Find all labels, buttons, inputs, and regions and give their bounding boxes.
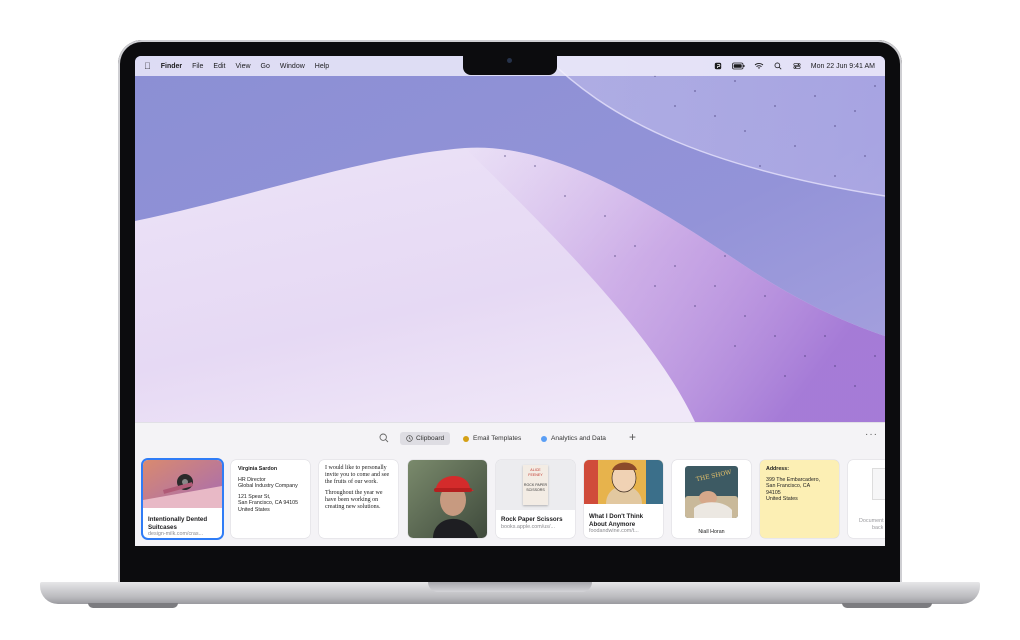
spotlight-search-icon[interactable]	[773, 62, 783, 70]
clip-card-article[interactable]: What I Don't Think About Anymore foodand…	[584, 460, 663, 538]
add-pinboard-icon[interactable]: +	[629, 430, 636, 444]
menu-help[interactable]: Help	[315, 63, 329, 70]
tab-clipboard[interactable]: Clipboard	[400, 432, 451, 445]
desktop-wallpaper	[135, 56, 885, 422]
tab-email-templates-label: Email Templates	[473, 435, 522, 442]
panel-toolbar: Clipboard Email Templates Analytics and …	[135, 423, 885, 453]
laptop-foot-left	[88, 603, 178, 608]
control-center-icon[interactable]	[792, 62, 802, 70]
book-cover: ALICE FEENEY ROCK PAPER SCISSORS	[523, 465, 548, 505]
menu-go[interactable]: Go	[261, 63, 270, 70]
clipboard-panel: Clipboard Email Templates Analytics and …	[135, 422, 885, 546]
artist-name: Niall Horan	[698, 529, 725, 535]
album-artwork: THE SHOW	[685, 466, 738, 518]
address-label: Address:	[766, 466, 789, 472]
clip-card-address[interactable]: Address: 399 The Embarcadero, San Franci…	[760, 460, 839, 538]
menu-view[interactable]: View	[235, 63, 250, 70]
menu-app-name[interactable]: Finder	[161, 63, 182, 70]
address-line-3: 94105	[766, 489, 781, 496]
clip-card-document[interactable]: Document back	[848, 460, 885, 538]
clip-card-contact[interactable]: Virginia Sardon HR Director Global Indus…	[231, 460, 310, 538]
more-options-icon[interactable]: ···	[865, 429, 878, 440]
book-title: Rock Paper Scissors	[501, 516, 563, 523]
tab-email-templates[interactable]: Email Templates	[457, 432, 527, 445]
laptop-base-notch	[428, 582, 592, 592]
contact-country: United States	[238, 506, 270, 513]
contact-name: Virginia Sardon	[238, 466, 278, 472]
paste-app-icon[interactable]	[713, 62, 723, 70]
bezel-bottom	[135, 546, 885, 576]
battery-icon[interactable]	[731, 62, 745, 70]
clip-card-music[interactable]: THE SHOW Niall Horan	[672, 460, 751, 538]
tab-analytics-and-data[interactable]: Analytics and Data	[535, 432, 612, 445]
suitcase-thumbnail	[143, 460, 222, 508]
document-label-1: Document	[859, 518, 884, 524]
laptop-foot-right	[842, 603, 932, 608]
text-paragraph-1: I would like to personally invite you to…	[325, 465, 390, 486]
tab-analytics-label: Analytics and Data	[551, 435, 606, 442]
book-cover-area: ALICE FEENEY ROCK PAPER SCISSORS	[496, 460, 575, 510]
contact-role: HR Director	[238, 476, 266, 483]
camera-icon	[507, 58, 512, 63]
contact-city: San Francisco, CA 94105	[238, 500, 299, 507]
book-cover-title: ROCK PAPER SCISSORS	[523, 483, 548, 492]
document-label-2: back	[872, 525, 884, 531]
menu-file[interactable]: File	[192, 63, 203, 70]
text-paragraph-2: Throughout the year we have been working…	[325, 489, 383, 511]
clock-icon	[406, 435, 413, 442]
contact-street: 121 Spear St,	[238, 493, 271, 500]
screen:  Finder File Edit View Go Window Help M…	[135, 56, 885, 546]
wifi-icon[interactable]	[754, 62, 764, 70]
tab-clipboard-label: Clipboard	[416, 435, 445, 442]
email-templates-color-dot	[463, 435, 469, 442]
portrait-photo	[408, 460, 487, 538]
article-url: foodandwine.com/t...	[589, 528, 639, 534]
clip-card-book[interactable]: ALICE FEENEY ROCK PAPER SCISSORS Rock Pa…	[496, 460, 575, 538]
apple-menu-icon[interactable]: 	[144, 61, 151, 71]
article-illustration	[584, 460, 663, 504]
book-url: books.apple.com/us/...	[501, 523, 555, 530]
address-line-4: United States	[766, 496, 798, 503]
document-icon	[872, 468, 885, 500]
book-cover-author: ALICE FEENEY	[528, 468, 543, 477]
menu-datetime[interactable]: Mon 22 Jun 9:41 AM	[811, 63, 875, 70]
analytics-color-dot	[541, 435, 547, 442]
clip-card-photo[interactable]	[408, 460, 487, 538]
search-icon[interactable]	[379, 433, 389, 443]
menu-window[interactable]: Window	[280, 63, 305, 70]
address-line-1: 399 The Embarcadero,	[766, 476, 821, 483]
clip-card-text[interactable]: I would like to personally invite you to…	[319, 460, 398, 538]
address-line-2: San Francisco, CA	[766, 483, 811, 490]
contact-company: Global Industry Company	[238, 483, 298, 490]
link-title: Intentionally Dented Suitcases	[148, 516, 208, 531]
link-url: design-milk.com/cras...	[148, 531, 204, 537]
clip-card-link-suitcases[interactable]: Intentionally Dented Suitcases design-mi…	[143, 460, 222, 538]
menu-edit[interactable]: Edit	[213, 63, 225, 70]
article-title: What I Don't Think About Anymore	[589, 513, 644, 528]
